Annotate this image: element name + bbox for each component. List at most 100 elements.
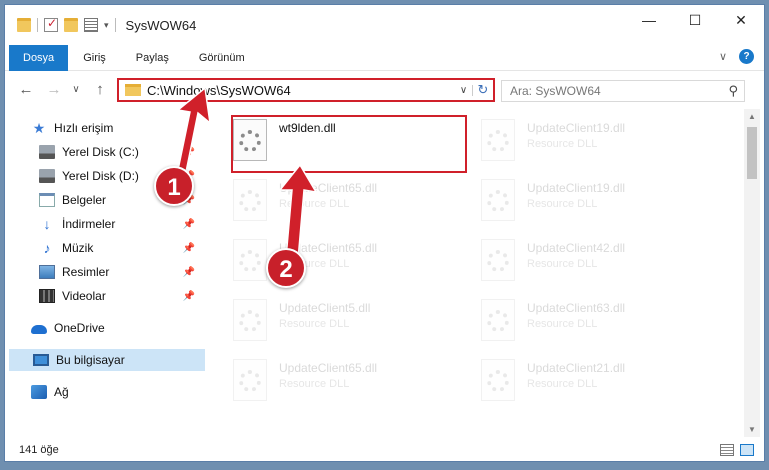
close-button[interactable]: ✕: [718, 5, 764, 35]
address-row: ← → ∨ ↑ C:\Windows\SysWOW64 ∨ ↻ Ara: Sys…: [5, 73, 764, 109]
sidebar-item-onedrive[interactable]: OneDrive: [31, 317, 201, 339]
ribbon-tabs: Dosya Giriş Paylaş Görünüm ∨ ?: [5, 44, 764, 71]
documents-icon: [39, 193, 55, 207]
tab-share[interactable]: Paylaş: [121, 45, 184, 71]
videos-icon: [39, 289, 55, 303]
folder-icon: [125, 84, 141, 96]
gear-icon: [239, 130, 261, 152]
tab-file[interactable]: Dosya: [9, 44, 69, 71]
file-name: UpdateClient19.dll: [527, 181, 626, 195]
properties-check-icon[interactable]: [44, 16, 58, 32]
sidebar-item-downloads[interactable]: ↓ İndirmeler 📌: [39, 213, 201, 235]
recent-dropdown-icon[interactable]: ∨: [65, 79, 87, 101]
file-name: UpdateClient63.dll: [527, 301, 626, 315]
search-icon[interactable]: ⚲: [728, 83, 738, 99]
file-item[interactable]: UpdateClient5.dll Resource DLL: [227, 293, 467, 353]
tiles-view-icon[interactable]: [740, 444, 754, 456]
gear-icon: [239, 190, 261, 212]
file-item[interactable]: UpdateClient65.dll Resource DLL: [227, 353, 467, 413]
dll-file-icon: [233, 179, 267, 221]
dll-file-icon: [233, 239, 267, 281]
sidebar-item-network[interactable]: Ağ: [31, 381, 201, 403]
up-arrow-icon[interactable]: ↑: [89, 79, 111, 101]
properties-icon[interactable]: [84, 18, 98, 32]
gear-icon: [487, 130, 509, 152]
sidebar-item-pictures[interactable]: Resimler 📌: [39, 261, 201, 283]
search-placeholder: Ara: SysWOW64: [510, 84, 601, 98]
file-item[interactable]: UpdateClient19.dll Resource DLL: [475, 173, 715, 233]
back-arrow-icon[interactable]: ←: [15, 79, 37, 101]
gear-icon: [239, 370, 261, 392]
dll-file-icon: [481, 359, 515, 401]
sidebar-item-label: Yerel Disk (D:): [62, 169, 139, 183]
dll-file-icon: [481, 239, 515, 281]
file-item[interactable]: UpdateClient65.dll Resource DLL: [227, 233, 467, 293]
file-item[interactable]: UpdateClient42.dll Resource DLL: [475, 233, 715, 293]
address-path[interactable]: C:\Windows\SysWOW64: [147, 83, 455, 98]
dll-file-icon: [481, 179, 515, 221]
sidebar-item-quick-access[interactable]: ★ Hızlı erişim: [31, 117, 227, 139]
star-icon: ★: [32, 120, 46, 136]
expand-ribbon-icon[interactable]: ∨: [719, 50, 727, 63]
file-name: UpdateClient65.dll: [279, 181, 378, 195]
file-name: wt9lden.dll: [279, 121, 336, 135]
sidebar-item-local-disk-c[interactable]: Yerel Disk (C:) 📌: [39, 141, 201, 163]
file-name: UpdateClient65.dll: [279, 361, 378, 375]
address-bar[interactable]: C:\Windows\SysWOW64 ∨ ↻: [117, 78, 495, 102]
quick-access-toolbar: ▾: [5, 16, 116, 32]
sidebar-item-label: İndirmeler: [62, 217, 116, 231]
file-item[interactable]: UpdateClient63.dll Resource DLL: [475, 293, 715, 353]
pin-icon[interactable]: 📌: [183, 243, 195, 254]
pin-icon[interactable]: 📌: [183, 147, 195, 158]
download-icon: ↓: [43, 216, 51, 232]
customize-dropdown-icon[interactable]: ▾: [104, 20, 109, 31]
pin-icon[interactable]: 📌: [183, 267, 195, 278]
new-folder-icon[interactable]: [64, 18, 78, 32]
sidebar-item-label: Bu bilgisayar: [56, 353, 125, 367]
sidebar-item-label: Hızlı erişim: [54, 121, 114, 135]
sidebar-item-videos[interactable]: Videolar 📌: [39, 285, 201, 307]
file-type: Resource DLL: [527, 198, 598, 210]
file-item[interactable]: UpdateClient21.dll Resource DLL: [475, 353, 715, 413]
file-item[interactable]: UpdateClient19.dll Resource DLL: [475, 113, 715, 173]
address-dropdown-icon[interactable]: ∨: [455, 84, 473, 96]
sidebar-item-label: Ağ: [54, 385, 69, 399]
file-name: UpdateClient42.dll: [527, 241, 626, 255]
music-icon: ♪: [43, 240, 51, 256]
tab-view[interactable]: Görünüm: [184, 45, 260, 71]
minimize-button[interactable]: —: [626, 5, 672, 35]
sidebar-item-this-pc[interactable]: Bu bilgisayar: [9, 349, 205, 371]
search-input[interactable]: Ara: SysWOW64 ⚲: [501, 80, 745, 102]
vertical-scrollbar[interactable]: ▲ ▼: [744, 109, 760, 437]
sidebar-item-label: Videolar: [62, 289, 106, 303]
tab-home[interactable]: Giriş: [68, 45, 121, 71]
gear-icon: [487, 310, 509, 332]
onedrive-icon: [31, 325, 47, 334]
pin-icon[interactable]: 📌: [183, 219, 195, 230]
refresh-icon[interactable]: ↻: [473, 82, 493, 98]
file-item-wt9lden[interactable]: wt9lden.dll: [227, 113, 467, 173]
details-view-icon[interactable]: [720, 444, 734, 456]
forward-arrow-icon[interactable]: →: [43, 79, 65, 101]
this-pc-icon: [33, 354, 49, 366]
folder-icon[interactable]: [17, 18, 31, 32]
file-name: UpdateClient5.dll: [279, 301, 371, 315]
sidebar-item-label: Müzik: [62, 241, 94, 255]
maximize-button[interactable]: ☐: [672, 5, 718, 35]
sidebar-item-label: Yerel Disk (C:): [62, 145, 139, 159]
sidebar-item-label: Resimler: [62, 265, 110, 279]
gear-icon: [487, 370, 509, 392]
scroll-down-icon[interactable]: ▼: [744, 425, 760, 434]
scrollbar-thumb[interactable]: [747, 127, 757, 179]
pin-icon[interactable]: 📌: [183, 291, 195, 302]
help-icon[interactable]: ?: [739, 49, 754, 64]
dll-file-icon: [481, 119, 515, 161]
drive-icon: [39, 169, 55, 183]
gear-icon: [239, 250, 261, 272]
title-bar: ▾ SysWOW64 — ☐ ✕: [5, 5, 764, 45]
explorer-window: ▾ SysWOW64 — ☐ ✕ Dosya Giriş Paylaş Görü…: [4, 4, 765, 462]
sidebar-item-music[interactable]: ♪ Müzik 📌: [39, 237, 201, 259]
file-type: Resource DLL: [279, 198, 350, 210]
scroll-up-icon[interactable]: ▲: [744, 112, 760, 121]
file-item[interactable]: UpdateClient65.dll Resource DLL: [227, 173, 467, 233]
